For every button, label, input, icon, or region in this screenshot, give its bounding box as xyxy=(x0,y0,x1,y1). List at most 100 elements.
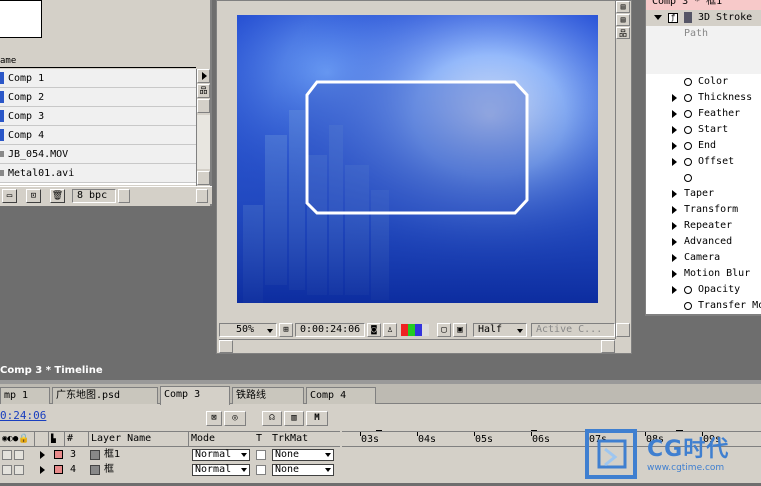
scroll-up-arrow[interactable] xyxy=(197,99,210,113)
scroll-down-arrow[interactable] xyxy=(197,171,210,185)
stopwatch-icon[interactable] xyxy=(684,302,692,310)
number-column-header[interactable]: # xyxy=(64,432,86,446)
project-item[interactable]: JB_054.MOV xyxy=(0,145,196,164)
motion-blur-icon[interactable]: ☊ xyxy=(262,411,282,426)
timeline-tab[interactable]: 广东地图.psd xyxy=(52,387,158,404)
expand-triangle-icon[interactable] xyxy=(672,126,677,134)
effect-group-row[interactable]: Camera xyxy=(646,250,761,266)
project-scrollbar[interactable]: 品 xyxy=(196,69,210,186)
transparency-grid-icon[interactable]: ▣ xyxy=(453,323,467,337)
snapshot-icon[interactable]: ◙ xyxy=(367,323,381,337)
flowchart-icon[interactable]: 品 xyxy=(616,27,630,39)
timeline-tab[interactable]: Comp 4 xyxy=(306,387,376,404)
current-time-display[interactable]: 0:00:24:06 xyxy=(295,323,365,337)
menu-arrow-icon[interactable] xyxy=(197,69,210,83)
expand-triangle-icon[interactable] xyxy=(672,158,677,166)
bpc-button[interactable]: 8 bpc xyxy=(72,189,116,203)
layer-trkmat-dropdown[interactable]: None xyxy=(272,464,334,476)
scroll-left-arrow[interactable] xyxy=(118,189,130,203)
scroll-right-arrow[interactable] xyxy=(196,189,208,203)
stopwatch-icon[interactable] xyxy=(684,158,692,166)
flowchart-icon[interactable]: 品 xyxy=(197,84,210,98)
project-item[interactable]: Comp 3 xyxy=(0,107,196,126)
scroll-left-arrow[interactable] xyxy=(219,340,233,353)
effect-property-row[interactable]: Thickness xyxy=(646,90,761,106)
expand-triangle-icon[interactable] xyxy=(672,238,677,246)
stopwatch-icon[interactable] xyxy=(684,286,692,294)
lock-switch[interactable] xyxy=(14,465,24,475)
menu-icon[interactable]: ▤ xyxy=(616,1,630,13)
viewer-horizontal-scrollbar[interactable] xyxy=(219,339,615,353)
expand-triangle-icon[interactable] xyxy=(672,110,677,118)
show-snapshot-icon[interactable]: ♙ xyxy=(383,323,397,337)
project-item[interactable]: Comp 4 xyxy=(0,126,196,145)
layer-name-column-header[interactable]: Layer Name xyxy=(88,432,186,446)
layer-name[interactable]: 框 xyxy=(104,463,114,477)
effect-group-row[interactable]: Transform xyxy=(646,202,761,218)
expand-triangle-icon[interactable] xyxy=(672,190,677,198)
project-item[interactable]: Metal01.avi xyxy=(0,164,196,183)
timeline-tab[interactable]: Comp 3 xyxy=(160,386,230,405)
expand-triangle-icon[interactable] xyxy=(672,254,677,262)
layer-row[interactable]: 4 框 Normal None xyxy=(0,463,340,477)
scroll-right-arrow[interactable] xyxy=(601,340,615,353)
trash-icon[interactable]: 🗑 xyxy=(50,189,65,203)
channel-icon[interactable] xyxy=(401,324,429,336)
effect-property-row[interactable]: End xyxy=(646,138,761,154)
effect-property-row[interactable]: Feather xyxy=(646,106,761,122)
expand-triangle-icon[interactable] xyxy=(672,142,677,150)
stopwatch-icon[interactable] xyxy=(684,78,692,86)
stopwatch-icon[interactable] xyxy=(684,110,692,118)
path-row[interactable]: Path xyxy=(646,26,761,42)
layer-trkmat-dropdown[interactable]: None xyxy=(272,449,334,461)
timeline-current-time[interactable]: 0:24:06 xyxy=(0,409,46,422)
new-comp-icon[interactable]: ⊡ xyxy=(26,189,41,203)
effect-group-row[interactable]: Motion Blur xyxy=(646,266,761,282)
layer-mode-dropdown[interactable]: Normal xyxy=(192,449,250,461)
effect-property-row[interactable]: Offset xyxy=(646,154,761,170)
video-switch[interactable] xyxy=(2,450,12,460)
effect-property-row[interactable]: Start xyxy=(646,122,761,138)
mode-column-header[interactable]: Mode xyxy=(188,432,254,446)
expand-triangle-icon[interactable] xyxy=(40,451,45,459)
expand-triangle-icon[interactable] xyxy=(40,466,45,474)
trkmat-column-header[interactable]: TrkMat xyxy=(270,432,340,446)
effect-property-row[interactable]: Transfer Mo xyxy=(646,298,761,314)
label-color-swatch[interactable] xyxy=(54,450,63,459)
project-item[interactable]: Comp 1 xyxy=(0,69,196,88)
effect-property-row[interactable] xyxy=(646,170,761,186)
layer-row[interactable]: 3 框1 Normal None xyxy=(0,448,340,462)
preserve-transparency-checkbox[interactable] xyxy=(256,450,266,460)
comp-settings-icon[interactable]: ▤ xyxy=(616,14,630,26)
effect-group-row[interactable]: Taper xyxy=(646,186,761,202)
frame-blending-icon[interactable]: ▥ xyxy=(284,411,304,426)
expand-triangle-icon[interactable] xyxy=(672,206,677,214)
expand-triangle-icon[interactable] xyxy=(672,222,677,230)
scroll-down-arrow[interactable] xyxy=(616,323,630,337)
label-color-swatch[interactable] xyxy=(54,465,63,474)
shy-icon[interactable]: ◎ xyxy=(224,411,246,426)
video-switch[interactable] xyxy=(2,465,12,475)
effect-group-row[interactable]: Advanced xyxy=(646,234,761,250)
effect-property-row[interactable]: Opacity xyxy=(646,282,761,298)
viewer-vertical-scrollbar[interactable]: ▤ ▤ 品 xyxy=(615,1,631,339)
project-name-column[interactable]: ame xyxy=(0,54,196,68)
effect-group-row[interactable]: Repeater xyxy=(646,218,761,234)
timeline-tab[interactable]: mp 1 xyxy=(0,387,50,404)
scroll-track[interactable] xyxy=(197,115,210,169)
effect-header-row[interactable]: ƒ 3D Stroke xyxy=(646,10,761,26)
expand-triangle-icon[interactable] xyxy=(654,15,662,20)
preserve-transparency-checkbox[interactable] xyxy=(256,465,266,475)
active-camera-dropdown[interactable]: Active C... xyxy=(531,323,615,337)
graph-icon[interactable]: M xyxy=(306,411,328,426)
layer-mode-dropdown[interactable]: Normal xyxy=(192,464,250,476)
stopwatch-icon[interactable] xyxy=(684,126,692,134)
t-column-header[interactable]: T xyxy=(254,432,270,446)
effect-toggle-icon[interactable]: ƒ xyxy=(668,13,678,23)
folder-icon[interactable]: ▭ xyxy=(2,189,17,203)
safe-zones-icon[interactable]: ⊞ xyxy=(279,323,293,337)
layer-name[interactable]: 框1 xyxy=(104,448,120,462)
expand-triangle-icon[interactable] xyxy=(672,286,677,294)
roi-icon[interactable]: ▢ xyxy=(437,323,451,337)
stopwatch-icon[interactable] xyxy=(684,142,692,150)
